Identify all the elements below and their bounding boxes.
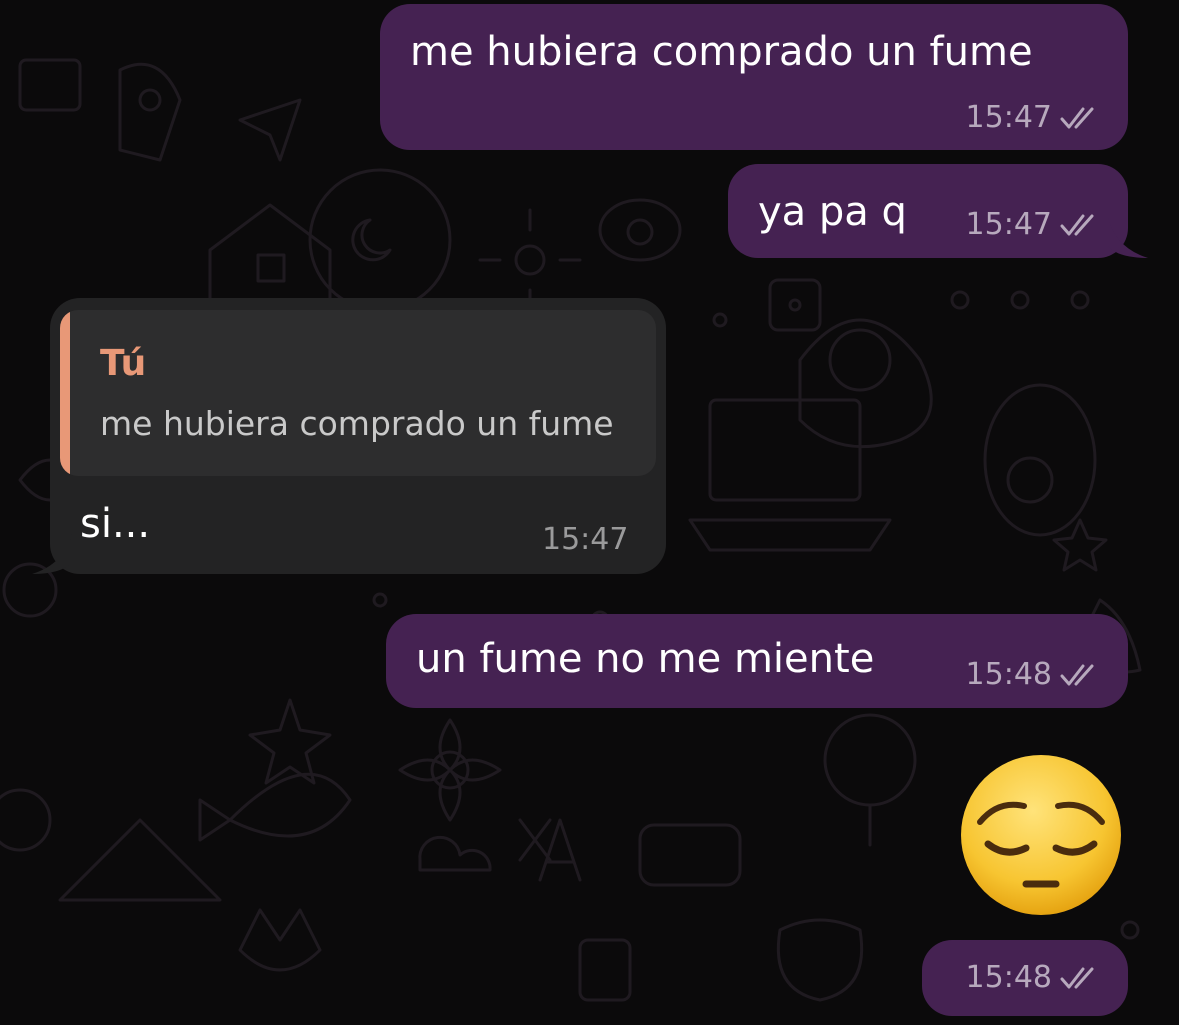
message-time: 15:47	[965, 207, 1052, 242]
message-time: 15:48	[965, 657, 1052, 692]
message-time: 15:47	[542, 522, 629, 557]
double-check-icon	[1060, 214, 1094, 236]
quote-author: Tú	[100, 343, 147, 384]
message-meta: 15:47	[966, 207, 1100, 243]
double-check-icon	[1060, 107, 1094, 129]
message-text: si...	[80, 501, 151, 547]
message-meta: 15:47	[966, 100, 1100, 136]
message-time: 15:47	[965, 100, 1052, 135]
bubble-tail	[32, 534, 72, 574]
message-meta: 15:48	[966, 657, 1100, 693]
message-text: ya pa q	[758, 189, 907, 235]
pensive-face-emoji[interactable]	[958, 752, 1124, 918]
quote-text: me hubiera comprado un fume	[100, 404, 614, 443]
message-text: un fume no me miente	[416, 636, 875, 682]
bubble-tail	[1108, 218, 1148, 258]
quote-accent-bar	[60, 310, 70, 476]
message-meta: 15:48	[966, 960, 1100, 996]
message-bubble-outgoing[interactable]: 15:48	[922, 940, 1128, 1016]
message-bubble-outgoing[interactable]: ya pa q 15:47	[728, 164, 1128, 258]
reply-quote[interactable]: Tú me hubiera comprado un fume	[60, 310, 656, 476]
message-bubble-outgoing[interactable]: un fume no me miente 15:48	[386, 614, 1128, 708]
message-text: me hubiera comprado un fume	[410, 29, 1033, 75]
message-bubble-outgoing[interactable]: me hubiera comprado un fume 15:47	[380, 4, 1128, 150]
double-check-icon	[1060, 664, 1094, 686]
message-time: 15:48	[965, 960, 1052, 995]
message-meta: 15:47	[542, 522, 628, 558]
double-check-icon	[1060, 967, 1094, 989]
